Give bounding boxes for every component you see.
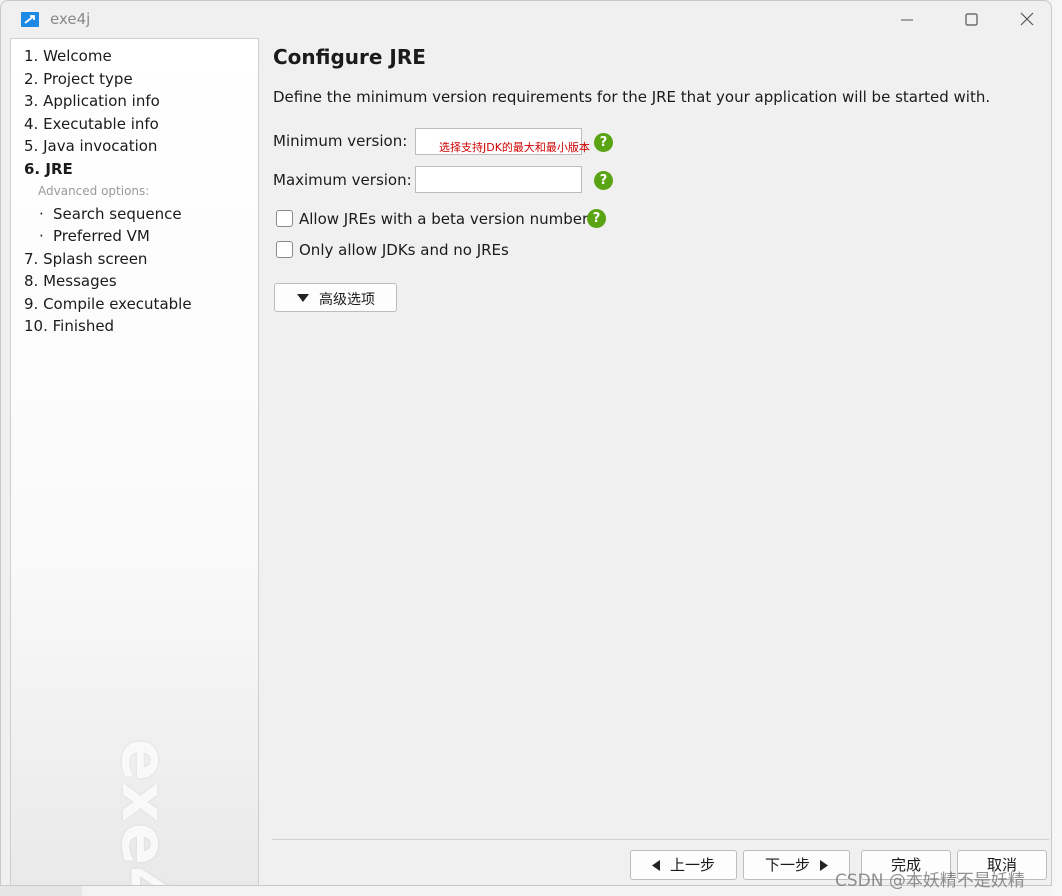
- help-icon[interactable]: ?: [594, 133, 613, 152]
- only-jdks-checkbox[interactable]: [276, 241, 293, 258]
- title-bar: exe4j: [1, 1, 1051, 37]
- step-welcome[interactable]: 1. Welcome: [24, 47, 112, 65]
- window-title: exe4j: [50, 10, 91, 28]
- step-application-info[interactable]: 3. Application info: [24, 92, 160, 110]
- triangle-down-icon: [297, 294, 309, 302]
- step-preferred-vm[interactable]: · Preferred VM: [39, 227, 150, 245]
- red-annotation: 选择支持JDK的最大和最小版本: [439, 141, 590, 154]
- exe4j-window: exe4j 1. Welcome 2. Project type 3. Appl…: [0, 0, 1052, 886]
- back-button[interactable]: 上一步: [630, 850, 737, 880]
- allow-beta-checkbox[interactable]: [276, 210, 293, 227]
- footer-separator: [272, 839, 1049, 840]
- maximum-version-label: Maximum version:: [273, 171, 412, 189]
- advanced-options-button[interactable]: 高级选项: [274, 283, 397, 312]
- background-strip: [1052, 0, 1062, 896]
- triangle-left-icon: [651, 860, 660, 871]
- minimize-icon: [901, 19, 913, 21]
- bullet-icon: ·: [39, 205, 44, 223]
- step-messages[interactable]: 8. Messages: [24, 272, 117, 290]
- step-finished[interactable]: 10. Finished: [24, 317, 114, 335]
- next-button[interactable]: 下一步: [743, 850, 850, 880]
- bullet-icon: ·: [39, 227, 44, 245]
- exe4j-app-icon: [21, 12, 39, 27]
- only-jdks-label[interactable]: Only allow JDKs and no JREs: [299, 241, 509, 259]
- close-button[interactable]: [1003, 7, 1049, 33]
- next-button-label: 下一步: [764, 856, 810, 874]
- step-search-sequence[interactable]: · Search sequence: [39, 205, 182, 223]
- step-executable-info[interactable]: 4. Executable info: [24, 115, 159, 133]
- minimum-version-label: Minimum version:: [273, 132, 408, 150]
- allow-beta-label[interactable]: Allow JREs with a beta version number: [299, 210, 588, 228]
- exe4j-watermark-logo: exe4j: [108, 739, 181, 886]
- help-icon[interactable]: ?: [594, 171, 613, 190]
- triangle-right-icon: [820, 860, 828, 871]
- step-search-sequence-label: Search sequence: [53, 205, 182, 223]
- advanced-options-label: 高级选项: [319, 292, 375, 308]
- maximize-icon: [965, 13, 978, 26]
- advanced-options-heading: Advanced options:: [38, 184, 150, 198]
- maximum-version-input[interactable]: [415, 166, 582, 193]
- step-jre[interactable]: 6. JRE: [24, 160, 73, 178]
- help-icon[interactable]: ?: [587, 209, 606, 228]
- page-description: Define the minimum version requirements …: [273, 88, 991, 106]
- step-splash-screen[interactable]: 7. Splash screen: [24, 250, 147, 268]
- step-java-invocation[interactable]: 5. Java invocation: [24, 137, 157, 155]
- minimize-button[interactable]: [884, 7, 930, 33]
- maximize-button[interactable]: [948, 7, 994, 33]
- background-strip: [0, 886, 82, 896]
- step-project-type[interactable]: 2. Project type: [24, 70, 133, 88]
- step-compile-executable[interactable]: 9. Compile executable: [24, 295, 192, 313]
- page-title: Configure JRE: [273, 45, 426, 69]
- step-preferred-vm-label: Preferred VM: [53, 227, 150, 245]
- wizard-step-sidebar: 1. Welcome 2. Project type 3. Applicatio…: [10, 38, 259, 886]
- back-button-label: 上一步: [669, 856, 715, 874]
- close-icon: [1020, 12, 1034, 26]
- csdn-watermark: CSDN @本妖精不是妖精: [835, 871, 1025, 891]
